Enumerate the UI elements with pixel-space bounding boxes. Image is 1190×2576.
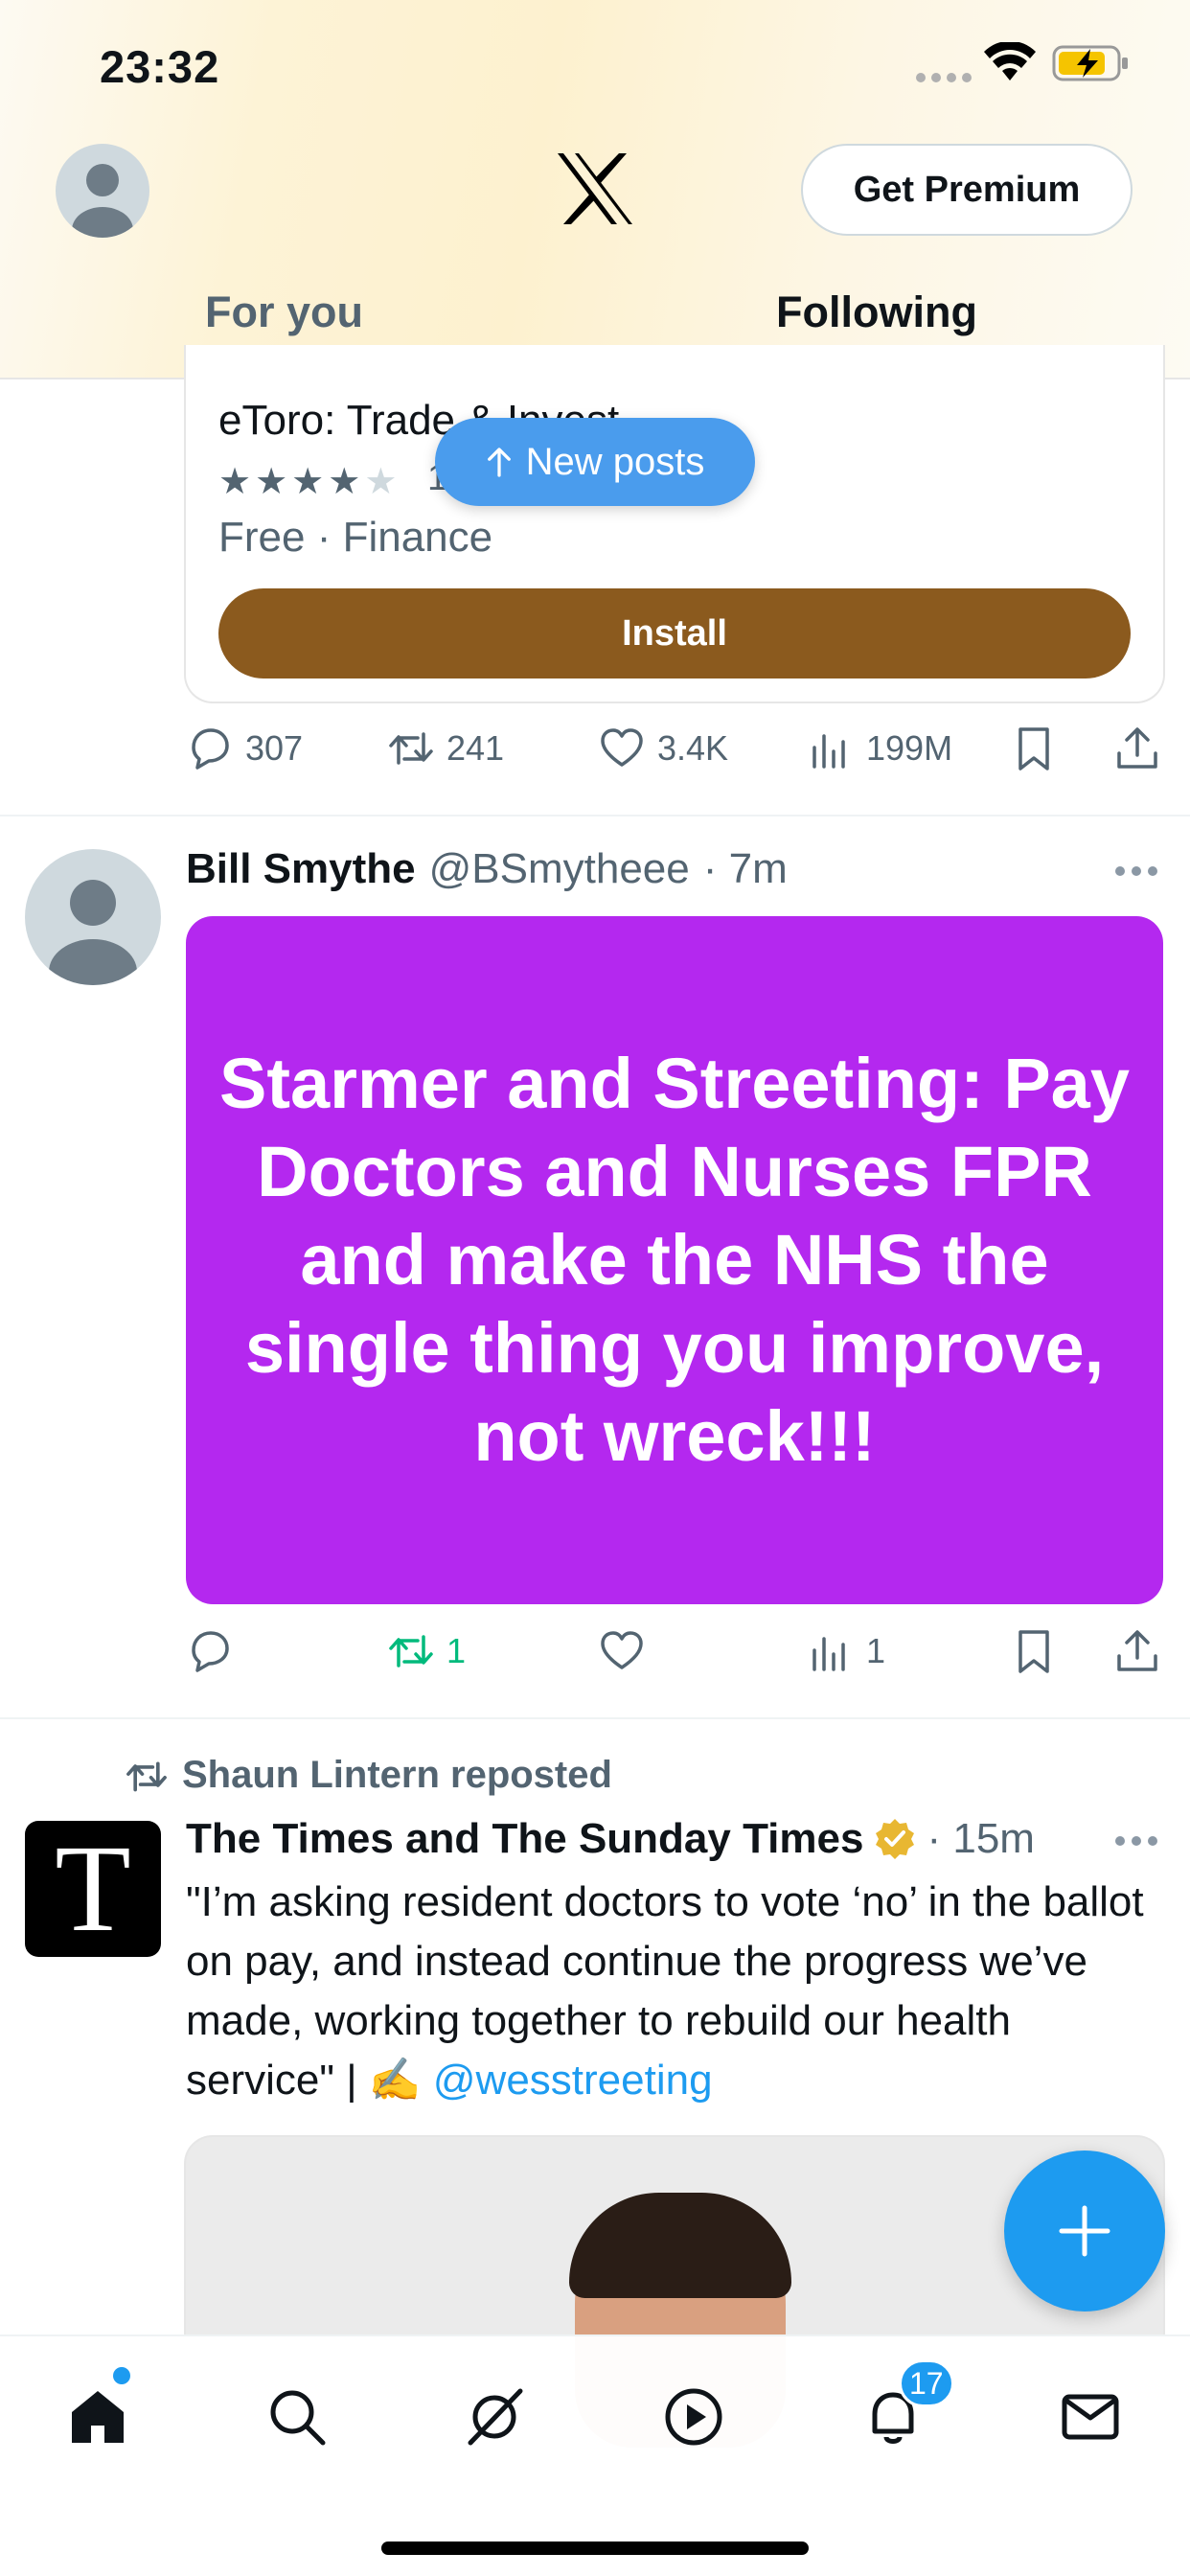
tab-following[interactable]: Following xyxy=(776,288,977,337)
notifications-badge: 17 xyxy=(899,2359,954,2407)
compose-button[interactable] xyxy=(1004,2150,1165,2312)
tweet-image[interactable]: Starmer and Streeting: Pay Doctors and N… xyxy=(186,916,1163,1604)
author-name[interactable]: The Times and The Sunday Times xyxy=(186,1815,863,1863)
feed-divider xyxy=(0,815,1190,816)
tab-for-you[interactable]: For you xyxy=(205,288,363,337)
reply-button[interactable]: 307 xyxy=(186,724,303,772)
mail-icon xyxy=(1062,2394,1119,2440)
tweet-header: The Times and The Sunday Times · 15m xyxy=(186,1815,1035,1863)
star-icon: ★ xyxy=(364,462,398,502)
author-name[interactable]: Bill Smythe xyxy=(186,845,416,893)
new-posts-label: New posts xyxy=(525,440,705,483)
views-icon xyxy=(812,734,845,769)
star-icon: ★ xyxy=(291,462,325,502)
status-time: 23:32 xyxy=(100,41,220,92)
reply-icon xyxy=(192,728,229,770)
ad-action-bar: 307 241 3.4K 199M xyxy=(0,724,1190,782)
play-icon xyxy=(665,2388,722,2446)
home-indicator xyxy=(381,2542,809,2555)
share-button[interactable] xyxy=(1113,1627,1161,1675)
plus-icon xyxy=(1059,2205,1110,2257)
new-posts-pill[interactable]: New posts xyxy=(435,418,755,506)
author-avatar[interactable] xyxy=(25,849,161,985)
nav-search[interactable] xyxy=(259,2379,335,2455)
views-button[interactable]: 199M xyxy=(807,724,952,772)
repost-icon xyxy=(389,732,433,765)
reply-icon xyxy=(192,1631,229,1672)
wifi-icon xyxy=(984,42,1036,80)
ad-app-meta: Free · Finance xyxy=(218,514,493,561)
like-button[interactable]: 3.4K xyxy=(598,724,728,772)
reposted-by-line[interactable]: Shaun Lintern reposted xyxy=(125,1754,612,1797)
tweet-action-bar: 1 1 xyxy=(0,1627,1190,1685)
repost-button[interactable]: 1 xyxy=(387,1627,466,1675)
tweet-time: · 7m xyxy=(702,845,788,892)
x-logo-icon[interactable] xyxy=(556,151,634,226)
tweet-image-text: Starmer and Streeting: Pay Doctors and N… xyxy=(219,1044,1130,1476)
nav-video[interactable] xyxy=(655,2379,732,2455)
tweet-text: "I’m asking resident doctors to vote ‘no… xyxy=(186,1873,1144,2110)
star-icon: ★ xyxy=(255,462,288,502)
like-button[interactable] xyxy=(598,1627,657,1675)
more-options-icon[interactable] xyxy=(1113,864,1159,878)
feed-divider xyxy=(0,1717,1190,1719)
bookmark-button[interactable] xyxy=(1010,1627,1058,1675)
share-icon xyxy=(1117,727,1157,769)
bookmark-button[interactable] xyxy=(1010,724,1058,772)
repost-icon xyxy=(389,1635,433,1668)
star-icon: ★ xyxy=(328,462,361,502)
nav-home[interactable] xyxy=(59,2379,136,2455)
top-header: 23:32 Get Premium For you Following xyxy=(0,0,1190,380)
reply-button[interactable] xyxy=(186,1627,245,1675)
cellular-signal-icon xyxy=(916,73,972,82)
mention-link[interactable]: @wesstreeting xyxy=(433,2057,713,2104)
search-icon xyxy=(270,2390,326,2446)
heart-icon xyxy=(601,1631,643,1669)
tweet-header: Bill Smythe @BSmytheee · 7m xyxy=(186,845,788,893)
install-button[interactable]: Install xyxy=(218,588,1131,678)
views-button[interactable]: 1 xyxy=(807,1627,885,1675)
bookmark-icon xyxy=(1018,1630,1049,1673)
battery-charging-icon xyxy=(1052,45,1128,81)
arrow-up-icon xyxy=(487,448,511,477)
bottom-tab-bar: 17 xyxy=(0,2334,1190,2576)
share-icon xyxy=(1117,1630,1157,1671)
repost-button[interactable]: 241 xyxy=(387,724,504,772)
get-premium-button[interactable]: Get Premium xyxy=(801,144,1133,236)
verified-badge-icon xyxy=(876,1819,915,1859)
views-count: 199M xyxy=(866,728,953,768)
star-icon: ★ xyxy=(218,462,252,502)
profile-avatar[interactable] xyxy=(56,144,149,238)
author-handle[interactable]: @BSmytheee xyxy=(429,845,690,893)
views-icon xyxy=(812,1637,845,1671)
repost-count: 1 xyxy=(446,1631,467,1670)
heart-icon xyxy=(601,728,643,767)
more-options-icon[interactable] xyxy=(1113,1834,1159,1848)
grok-icon xyxy=(468,2388,523,2446)
ad-star-rating: ★ ★ ★ ★ ★ xyxy=(218,460,397,503)
reply-count: 307 xyxy=(245,728,304,768)
nav-grok[interactable] xyxy=(456,2379,533,2455)
tweet-time: · 15m xyxy=(927,1815,1035,1862)
like-count: 3.4K xyxy=(657,728,729,768)
home-unread-dot xyxy=(113,2367,130,2384)
repost-count: 241 xyxy=(446,728,505,768)
share-button[interactable] xyxy=(1113,724,1161,772)
nav-messages[interactable] xyxy=(1052,2379,1129,2455)
bookmark-icon xyxy=(1018,727,1049,770)
person-photo-hair xyxy=(569,2193,791,2298)
author-avatar[interactable]: T xyxy=(25,1820,161,1958)
repost-icon xyxy=(126,1760,167,1791)
views-count: 1 xyxy=(866,1631,886,1670)
reposted-by-label: Shaun Lintern reposted xyxy=(182,1754,612,1796)
home-icon xyxy=(72,2391,124,2443)
